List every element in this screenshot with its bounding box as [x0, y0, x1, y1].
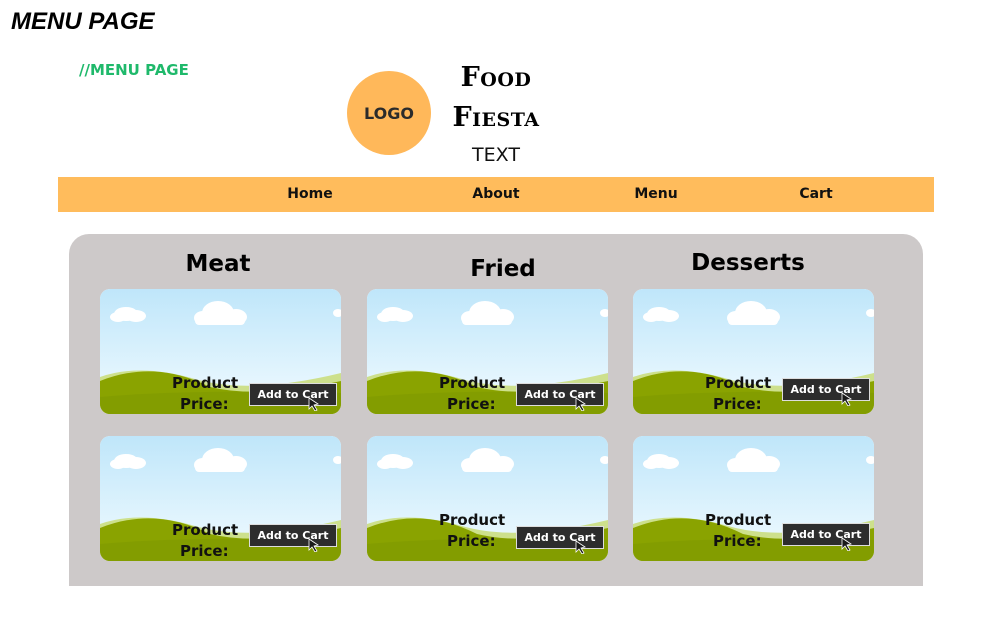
nav-menu[interactable]: Menu [634, 177, 677, 212]
add-to-cart-button[interactable]: Add to Cart [249, 383, 337, 406]
nav-cart[interactable]: Cart [799, 177, 832, 212]
menu-panel: Meat Fried Desserts Product Price: Add to … [69, 234, 923, 586]
brand-subtext: TEXT [472, 144, 520, 166]
product-card-desserts-1[interactable]: Product Price: Add to Cart [633, 289, 874, 414]
page-title: MENU PAGE [11, 8, 155, 35]
logo: LOGO [347, 71, 431, 155]
pointer-cursor-icon [575, 397, 586, 411]
product-card-fried-2[interactable]: Product Price: Add to Cart [367, 436, 608, 561]
add-to-cart-button[interactable]: Add to Cart [516, 383, 604, 406]
main-nav: Home About Menu Cart [58, 177, 934, 212]
page-comment: //MENU PAGE [79, 61, 189, 79]
add-to-cart-button[interactable]: Add to Cart [782, 378, 870, 401]
nav-about[interactable]: About [472, 177, 519, 212]
brand-line-2: Fiesta [452, 102, 540, 133]
pointer-cursor-icon [575, 540, 586, 554]
add-to-cart-button[interactable]: Add to Cart [782, 523, 870, 546]
nav-home[interactable]: Home [287, 177, 332, 212]
product-card-meat-1[interactable]: Product Price: Add to Cart [100, 289, 341, 414]
pointer-cursor-icon [308, 397, 319, 411]
logo-label: LOGO [364, 103, 414, 123]
brand-name: Food Fiesta [441, 58, 551, 138]
add-to-cart-button[interactable]: Add to Cart [516, 526, 604, 549]
product-card-meat-2[interactable]: Product Price: Add to Cart [100, 436, 341, 561]
category-heading-fried: Fried [470, 256, 536, 282]
category-heading-desserts: Desserts [691, 250, 805, 276]
category-heading-meat: Meat [185, 251, 251, 277]
pointer-cursor-icon [841, 392, 852, 406]
add-to-cart-button[interactable]: Add to Cart [249, 524, 337, 547]
brand-line-1: Food [460, 62, 532, 93]
pointer-cursor-icon [841, 537, 852, 551]
product-card-fried-1[interactable]: Product Price: Add to Cart [367, 289, 608, 414]
pointer-cursor-icon [308, 538, 319, 552]
product-card-desserts-2[interactable]: Product Price: Add to Cart [633, 436, 874, 561]
